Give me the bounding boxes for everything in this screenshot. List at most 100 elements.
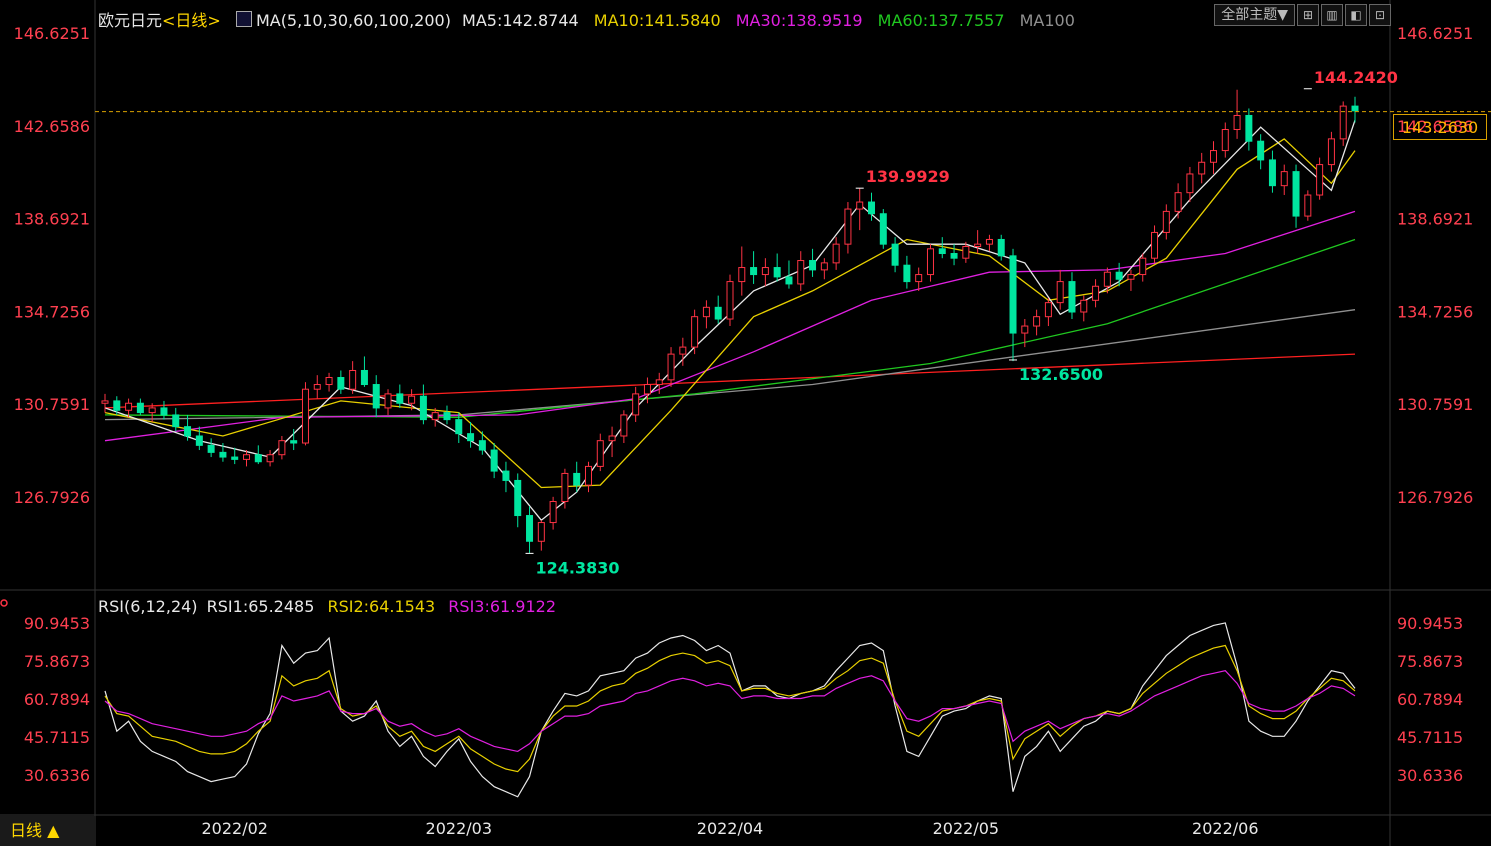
candle-body: [950, 253, 958, 259]
candle-body: [974, 243, 982, 247]
candle-body: [1304, 194, 1312, 217]
candle-body: [113, 400, 121, 411]
fullscreen-icon[interactable]: ⊡: [1369, 4, 1391, 26]
candle-body: [1044, 302, 1052, 318]
candle-body: [832, 243, 840, 264]
rsi-tick-left: 45.7115: [24, 728, 90, 747]
candle-body: [738, 267, 746, 283]
price-tick-right: 138.6921: [1397, 210, 1473, 229]
ma-icon[interactable]: [235, 11, 252, 27]
layout-icon[interactable]: ▥: [1321, 4, 1343, 26]
crosshair-icon[interactable]: ⊞: [1297, 4, 1319, 26]
candle-body: [313, 384, 321, 390]
high-price-label: 139.9929: [866, 167, 950, 186]
candle-body: [868, 201, 876, 215]
candle-body: [926, 248, 934, 276]
rsi-tick-right: 45.7115: [1397, 728, 1463, 747]
candle-body: [443, 412, 451, 421]
candle-body: [1198, 161, 1206, 175]
candle-body: [691, 316, 699, 348]
candle-body: [195, 435, 203, 446]
rsi2-value: RSI2:64.1543: [327, 597, 436, 616]
candle-body: [879, 213, 887, 245]
rsi-line-rsi2: [104, 644, 1356, 773]
candle-body: [526, 515, 534, 542]
candle-body: [809, 260, 817, 271]
rsi3-value: RSI3:61.9122: [448, 597, 557, 616]
candle-body: [502, 470, 510, 481]
candle-body: [1092, 285, 1100, 301]
candle-body: [431, 412, 439, 421]
split-icon[interactable]: ◧: [1345, 4, 1367, 26]
candle-body: [301, 388, 309, 444]
rsi-tick-left: 30.6336: [24, 766, 90, 785]
candle-body: [160, 407, 168, 416]
date-tick: 2022/02: [201, 819, 267, 838]
candle-body: [278, 440, 286, 456]
candle-body: [1127, 274, 1135, 280]
current-price-tag: 143.2630: [1393, 114, 1487, 140]
price-tick-right: 146.6251: [1397, 24, 1473, 43]
price-tick-right: 126.7926: [1397, 488, 1473, 507]
price-tick-right: 130.7591: [1397, 395, 1473, 414]
candle-body: [1103, 271, 1111, 287]
date-tick: 2022/06: [1192, 819, 1258, 838]
candle-body: [467, 433, 475, 442]
candle-body: [938, 248, 946, 255]
chart-canvas[interactable]: 146.6251 146.6251142.6586 142.6586138.6921…: [0, 0, 1491, 846]
ma10-value: MA10:141.5840: [593, 11, 721, 30]
price-tick-left: 146.6251: [14, 24, 90, 43]
ma200-line: [104, 353, 1356, 409]
symbol-name: 欧元日元: [98, 11, 163, 30]
candle-body: [396, 393, 404, 404]
candle-body: [643, 384, 651, 395]
candle-body: [207, 444, 215, 453]
ma60-line: [104, 238, 1356, 418]
price-tick-left: 134.7256: [14, 302, 90, 321]
rsi-line-rsi3: [104, 670, 1356, 753]
theme-button[interactable]: 全部主题▼: [1214, 4, 1295, 26]
candle-body: [1174, 192, 1182, 212]
rsi-params: RSI(6,12,24): [98, 597, 198, 616]
candle-body: [962, 245, 970, 259]
candle-body: [785, 276, 793, 285]
candle-body: [184, 426, 192, 437]
symbol-title: 欧元日元<日线> MA(5,10,30,60,100,200) MA5:142.…: [98, 7, 1075, 31]
candle-body: [337, 377, 345, 390]
date-tick: 2022/04: [697, 819, 763, 838]
candle-body: [1009, 255, 1017, 334]
period-tab[interactable]: 日线 ▲: [0, 816, 95, 846]
candle-body: [1033, 316, 1041, 327]
period-selector[interactable]: <日线>: [162, 11, 221, 30]
candle-body: [1233, 114, 1241, 131]
candle-body: [667, 353, 675, 381]
candle-body: [844, 208, 852, 245]
candle-body: [985, 238, 993, 245]
candle-body: [360, 369, 368, 386]
candle-body: [679, 346, 687, 355]
candle-body: [891, 243, 899, 266]
candle-body: [514, 479, 522, 517]
candle-body: [478, 440, 486, 451]
candle-body: [632, 393, 640, 416]
date-tick: 2022/05: [933, 819, 999, 838]
candle-body: [243, 454, 251, 460]
candle-body: [266, 454, 274, 463]
candle-body: [219, 451, 227, 458]
candle-body: [455, 419, 463, 435]
candle-body: [856, 201, 864, 210]
candle-body: [1257, 140, 1265, 161]
candle-body: [903, 264, 911, 283]
candle-body: [148, 407, 156, 414]
high-price-label: 144.2420: [1314, 68, 1398, 87]
candle-body: [254, 454, 262, 463]
candle-body: [1151, 231, 1159, 259]
ma60-value: MA60:137.7557: [877, 11, 1005, 30]
candle-body: [1186, 173, 1194, 194]
candle-body: [820, 262, 828, 271]
candle-body: [1080, 299, 1088, 313]
low-price-label: 132.6500: [1019, 365, 1103, 384]
candle-body: [101, 400, 109, 404]
candle-body: [561, 472, 569, 503]
candle-body: [655, 379, 663, 386]
